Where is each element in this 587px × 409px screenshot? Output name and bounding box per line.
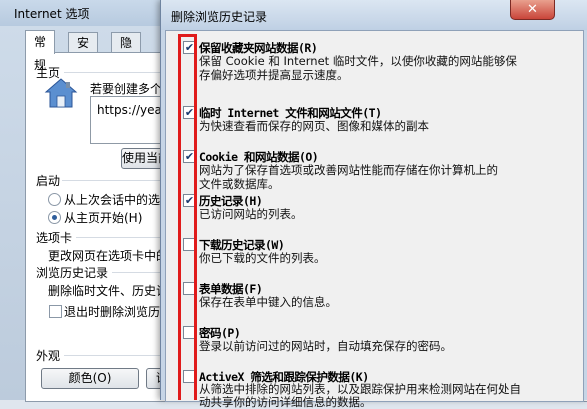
startup-last-session-label: 从上次会话中的选项 bbox=[64, 193, 173, 207]
option-description: 存偏好选项并提高显示速度。 bbox=[199, 68, 349, 82]
home-icon bbox=[44, 78, 78, 108]
tab-privacy[interactable]: 隐私 bbox=[111, 32, 142, 70]
divider bbox=[64, 355, 160, 356]
option-description: 文件或数据库。 bbox=[199, 177, 280, 191]
startup-label: 启动 bbox=[36, 174, 61, 188]
close-button[interactable]: ✕ bbox=[510, 0, 555, 20]
close-icon: ✕ bbox=[527, 2, 538, 17]
delete-on-exit-checkbox[interactable] bbox=[49, 305, 62, 318]
startup-homepage-label: 从主页开始(H) bbox=[64, 211, 143, 225]
appearance-label: 外观 bbox=[36, 349, 61, 363]
startup-last-session-radio[interactable] bbox=[48, 193, 61, 206]
red-highlight-box bbox=[178, 34, 197, 400]
delete-on-exit-label: 退出时删除浏览历 bbox=[64, 305, 161, 319]
option-description: 登录以前访问过的网站时，自动填充保存的密码。 bbox=[199, 339, 452, 353]
divider bbox=[64, 72, 160, 73]
option-description: 网站为了保存首选项或改善网站性能而存储在你计算机上的 bbox=[199, 163, 498, 177]
tab-security[interactable]: 安全 bbox=[68, 32, 99, 70]
tabs-hint: 更改网页在选项卡中的 bbox=[48, 249, 169, 263]
homepage-url-field[interactable]: https://yeah bbox=[90, 96, 167, 144]
option-description: 你已下载的文件的列表。 bbox=[199, 251, 326, 265]
homepage-url-text: https://yeah bbox=[97, 103, 167, 117]
startup-homepage-radio[interactable] bbox=[48, 211, 61, 224]
divider bbox=[112, 272, 160, 273]
option-description: 动共享你的访问详细信息的数据。 bbox=[199, 395, 372, 409]
dialog-title: 删除浏览历史记录 bbox=[171, 10, 268, 24]
homepage-hint: 若要创建多个 bbox=[90, 82, 163, 96]
divider bbox=[76, 237, 160, 238]
tabs-label: 选项卡 bbox=[36, 231, 73, 245]
dialog-titlebar: 删除浏览历史记录 ✕ bbox=[161, 0, 587, 30]
divider bbox=[62, 180, 160, 181]
option-description: 保留 Cookie 和 Internet 临时文件，以使你收藏的网站能够保 bbox=[199, 54, 517, 68]
option-description: 为快速查看而保存的网页、图像和媒体的副本 bbox=[199, 119, 429, 133]
option-description: 已访问网站的列表。 bbox=[199, 207, 303, 221]
colors-button[interactable]: 颜色(O) bbox=[41, 368, 139, 389]
tab-general[interactable]: 常规 bbox=[25, 30, 56, 72]
history-hint: 删除临时文件、历史记 bbox=[48, 284, 169, 298]
option-description: 从筛选中排除的网站列表，以及跟踪保护用来检测网站在何处自 bbox=[199, 382, 521, 396]
window-title: Internet 选项 bbox=[14, 7, 90, 21]
option-description: 保存在表单中键入的信息。 bbox=[199, 295, 337, 309]
history-label: 浏览历史记录 bbox=[36, 266, 109, 280]
